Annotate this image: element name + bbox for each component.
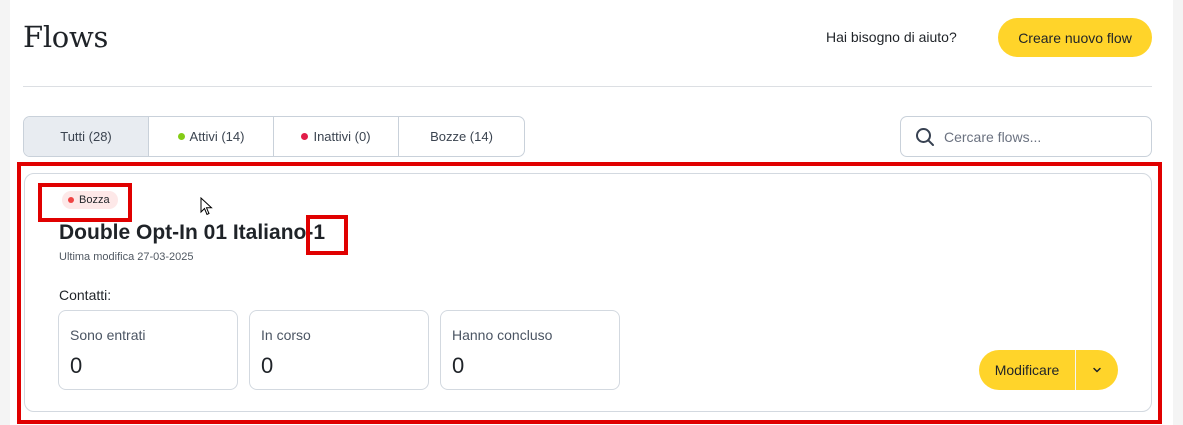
mouse-cursor-icon bbox=[200, 197, 213, 216]
active-dot-icon bbox=[177, 133, 185, 140]
tab-all[interactable]: Tutti (28) bbox=[24, 117, 149, 156]
header-divider bbox=[23, 86, 1152, 87]
page-title: Flows bbox=[23, 20, 109, 54]
inactive-dot-icon bbox=[301, 133, 309, 140]
flows-page: Flows Hai bisogno di aiuto? Creare nuovo… bbox=[10, 0, 1173, 425]
tab-inactive-label: Inattivi (0) bbox=[313, 129, 371, 144]
tab-drafts-label: Bozze (14) bbox=[430, 129, 493, 144]
card-highlight-box bbox=[17, 162, 1162, 424]
create-flow-button[interactable]: Creare nuovo flow bbox=[998, 18, 1152, 57]
suffix-highlight-box bbox=[306, 215, 348, 255]
badge-highlight-box bbox=[38, 183, 132, 222]
search-icon bbox=[916, 127, 934, 146]
tab-active[interactable]: Attivi (14) bbox=[149, 117, 274, 156]
help-link[interactable]: Hai bisogno di aiuto? bbox=[826, 29, 957, 45]
tab-all-label: Tutti (28) bbox=[60, 129, 112, 144]
search-box bbox=[900, 116, 1152, 157]
tab-inactive[interactable]: Inattivi (0) bbox=[274, 117, 399, 156]
search-input[interactable] bbox=[944, 128, 1134, 145]
filter-tabs: Tutti (28) Attivi (14) Inattivi (0) Bozz… bbox=[23, 116, 525, 157]
tab-active-label: Attivi (14) bbox=[189, 129, 245, 144]
tab-drafts[interactable]: Bozze (14) bbox=[399, 117, 524, 156]
